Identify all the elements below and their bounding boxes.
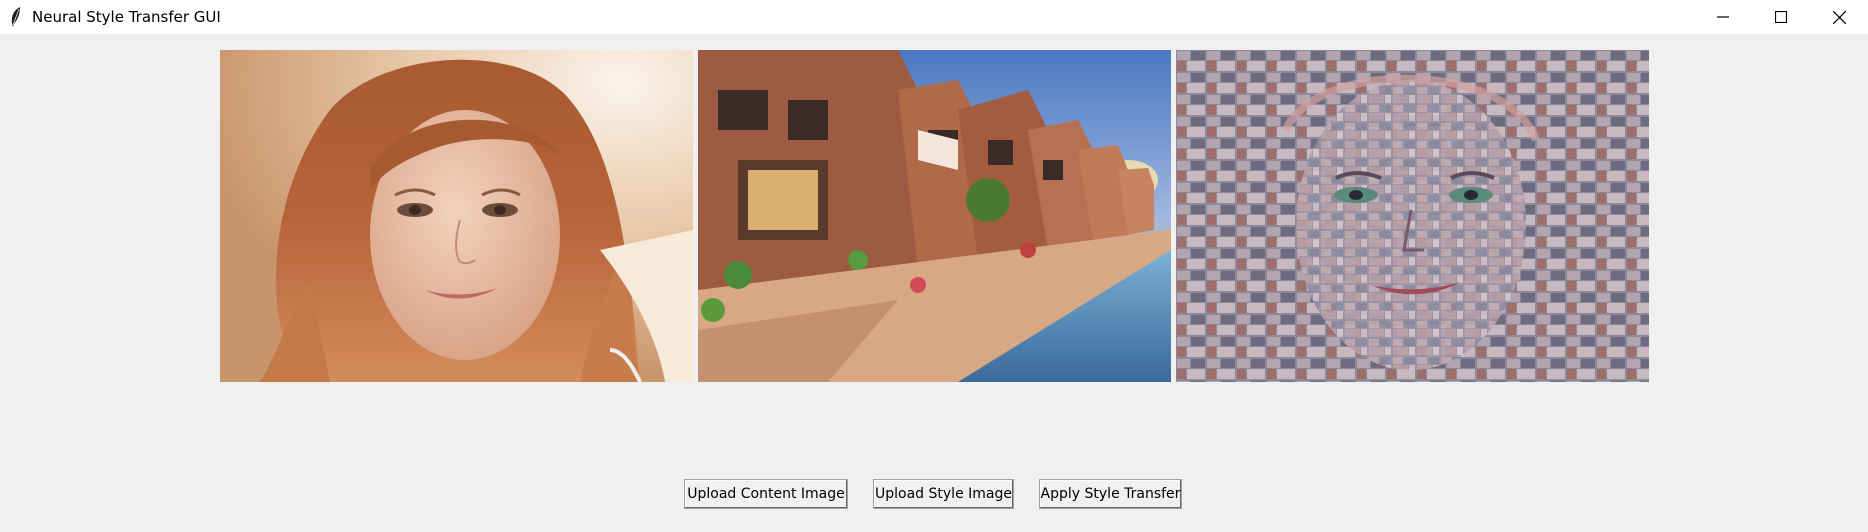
- style-image: [698, 50, 1171, 382]
- close-icon: [1832, 10, 1846, 24]
- content-image: [220, 50, 693, 382]
- minimize-button[interactable]: [1694, 0, 1752, 34]
- upload-content-image-button[interactable]: Upload Content Image: [684, 479, 848, 509]
- feather-icon: [11, 7, 20, 27]
- minimize-icon: [1717, 16, 1729, 18]
- window-title: Neural Style Transfer GUI: [32, 8, 221, 26]
- close-button[interactable]: [1810, 0, 1868, 34]
- upload-style-image-button[interactable]: Upload Style Image: [873, 479, 1014, 509]
- maximize-icon: [1775, 11, 1787, 23]
- maximize-button[interactable]: [1752, 0, 1810, 34]
- window-titlebar: Neural Style Transfer GUI: [0, 0, 1868, 34]
- apply-style-transfer-button[interactable]: Apply Style Transfer: [1039, 479, 1182, 509]
- stylized-result-image: [1176, 50, 1649, 382]
